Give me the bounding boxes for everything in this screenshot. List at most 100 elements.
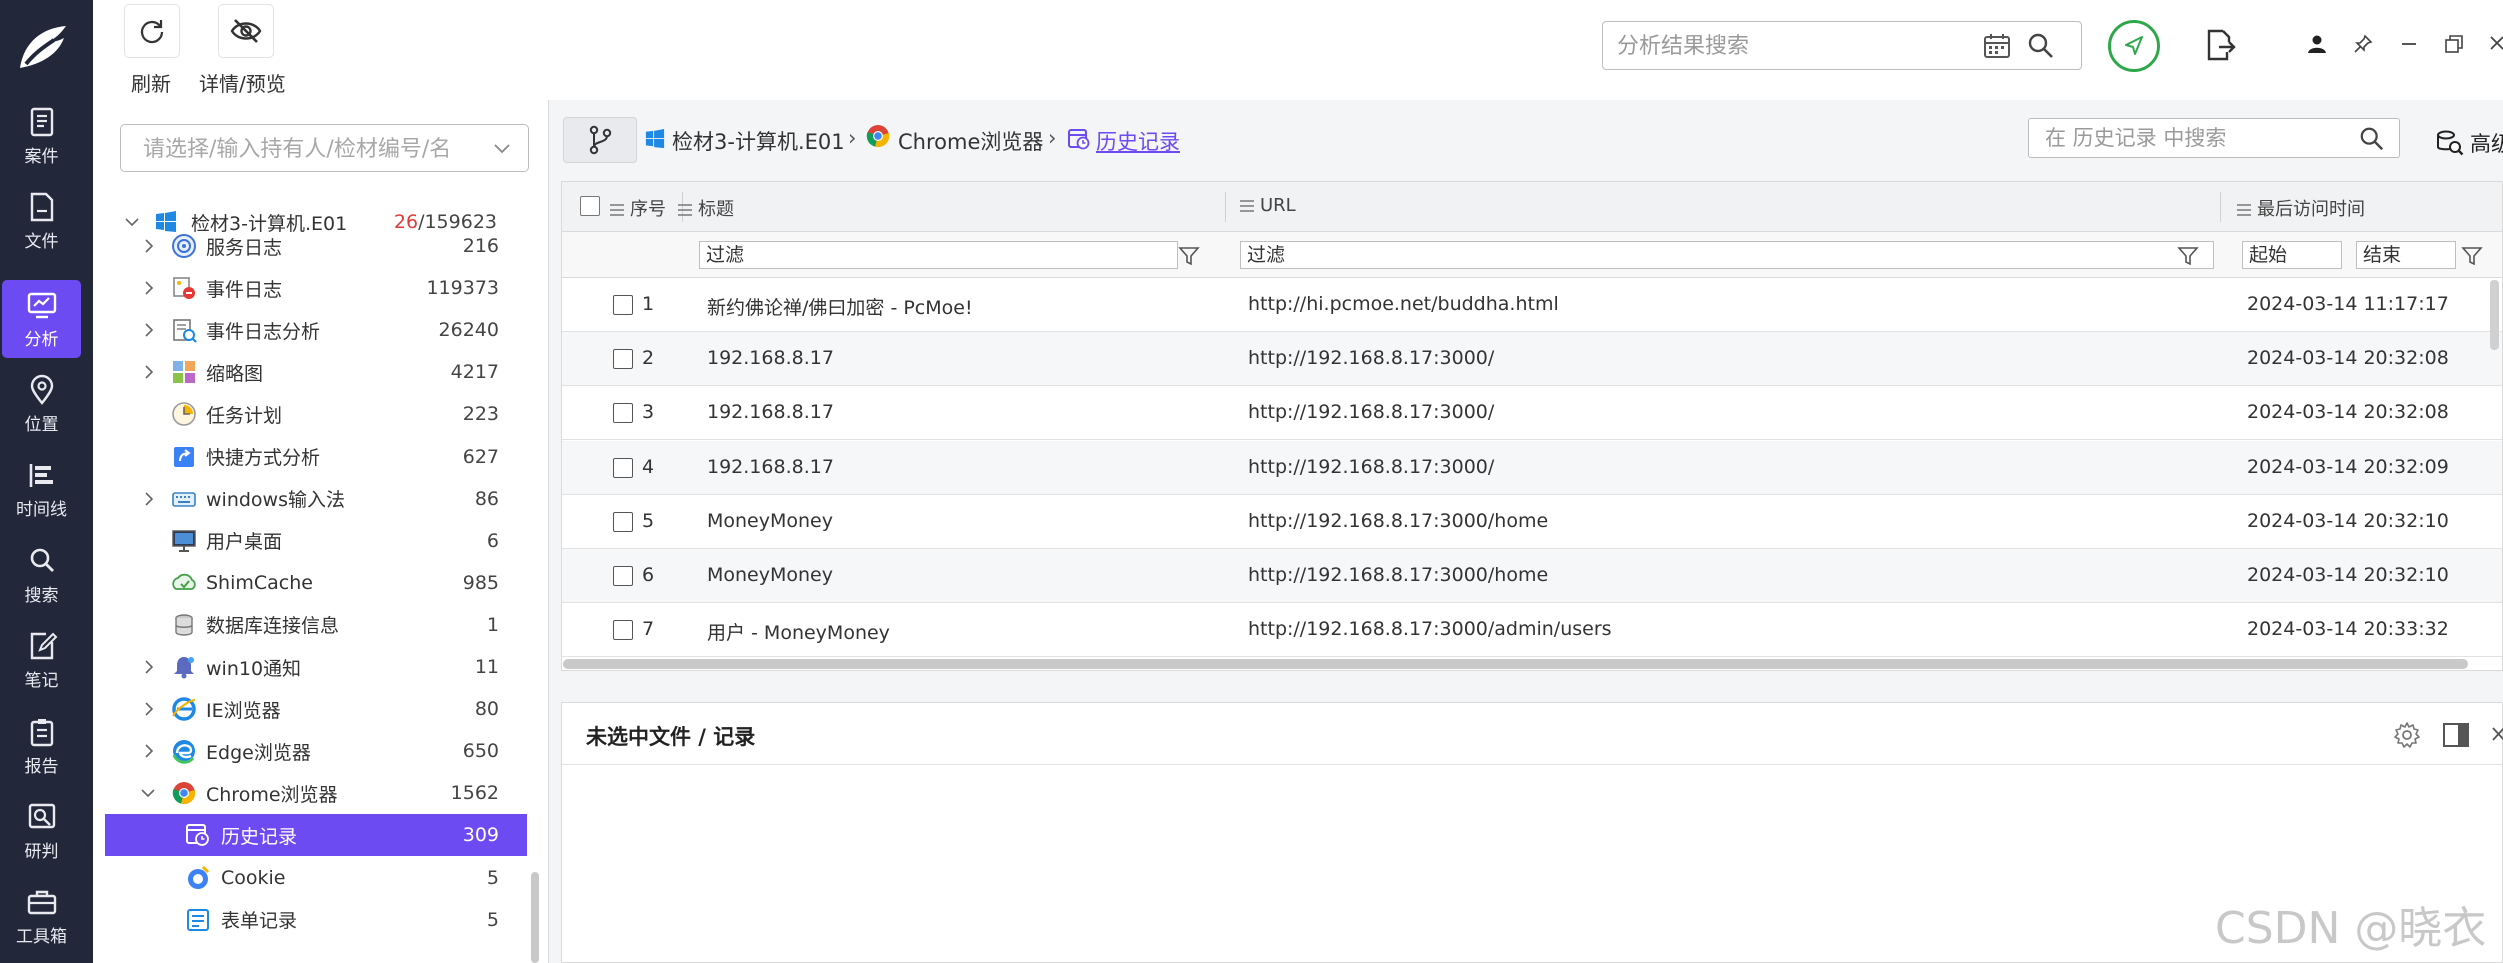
gear-icon[interactable] bbox=[2393, 721, 2421, 749]
nav-item-6[interactable]: 笔记 bbox=[2, 621, 81, 699]
column-header-title[interactable]: 标题 bbox=[678, 195, 734, 221]
minimize-icon[interactable] bbox=[2400, 35, 2418, 53]
tree-item[interactable]: win10通知 11 bbox=[105, 646, 527, 688]
select-all-checkbox[interactable] bbox=[580, 196, 600, 216]
tree-item-label: 快捷方式分析 bbox=[206, 447, 321, 469]
row-checkbox[interactable] bbox=[613, 349, 633, 370]
row-checkbox[interactable] bbox=[613, 620, 633, 641]
owner-select-input[interactable] bbox=[143, 134, 483, 164]
tree-item[interactable]: 服务日志 216 bbox=[105, 225, 527, 267]
refresh-label: 刷新 bbox=[131, 72, 171, 96]
row-checkbox[interactable] bbox=[613, 403, 633, 424]
nav-item-7[interactable]: 报告 bbox=[2, 707, 81, 785]
chevron-right-icon bbox=[145, 323, 154, 337]
tree-item[interactable]: IE浏览器 80 bbox=[105, 688, 527, 730]
row-checkbox[interactable] bbox=[613, 566, 633, 586]
tree-item[interactable]: 缩略图 4217 bbox=[105, 351, 527, 393]
breadcrumb-item-evidence[interactable]: 检材3-计算机.E01 bbox=[672, 126, 845, 156]
send-button[interactable] bbox=[2108, 20, 2160, 72]
table-row[interactable]: 7 用户 - MoneyMoney http://192.168.8.17:3000… bbox=[562, 603, 2502, 658]
column-header-no[interactable]: 序号 bbox=[610, 195, 666, 221]
tree-child-item[interactable]: 历史记录 309 bbox=[105, 814, 527, 857]
close-icon[interactable] bbox=[2491, 724, 2503, 744]
time-start-input[interactable]: 起始 bbox=[2242, 241, 2342, 269]
judge-icon bbox=[28, 803, 55, 828]
advanced-search-button[interactable]: 高级 bbox=[2436, 128, 2503, 158]
table-body: 1 新约佛论禅/佛曰加密 - PcMoe! http://hi.pcmoe.net/… bbox=[562, 278, 2502, 670]
filter-icon[interactable] bbox=[2177, 245, 2199, 267]
owner-select[interactable] bbox=[120, 124, 529, 172]
tree-item-count: 985 bbox=[462, 571, 499, 594]
url-filter-input[interactable]: 过滤 bbox=[1240, 241, 2214, 269]
row-checkbox[interactable] bbox=[613, 295, 633, 315]
title-filter-input[interactable]: 过滤 bbox=[699, 241, 1178, 269]
row-checkbox[interactable] bbox=[613, 511, 633, 532]
nav-item-5[interactable]: 搜索 bbox=[2, 536, 81, 614]
pin-icon[interactable] bbox=[2353, 34, 2373, 54]
search-icon[interactable] bbox=[2359, 126, 2385, 152]
refresh-button[interactable] bbox=[124, 4, 180, 58]
report-icon bbox=[30, 718, 53, 746]
nav-item-4[interactable]: 时间线 bbox=[2, 450, 81, 528]
tree-item-count: 26240 bbox=[438, 319, 499, 342]
panel-toggle-icon[interactable] bbox=[2442, 722, 2470, 748]
tree-item[interactable]: 事件日志 119373 bbox=[105, 267, 527, 309]
filter-icon[interactable] bbox=[1178, 245, 1200, 267]
file-icon bbox=[30, 192, 53, 221]
tree-item[interactable]: 用户桌面 6 bbox=[105, 520, 527, 562]
nav-item-8[interactable]: 研判 bbox=[2, 792, 81, 870]
restore-icon[interactable] bbox=[2444, 34, 2464, 54]
analysis-search-input[interactable] bbox=[1617, 30, 1957, 62]
export-icon[interactable] bbox=[2203, 28, 2237, 62]
keyboard-icon bbox=[172, 491, 196, 507]
column-separator[interactable] bbox=[2220, 192, 2221, 222]
tree-item[interactable]: 快捷方式分析 627 bbox=[105, 436, 527, 478]
tree-item[interactable]: Edge浏览器 650 bbox=[105, 730, 527, 772]
horizontal-scrollbar[interactable] bbox=[563, 659, 2468, 669]
nav-item-label: 案件 bbox=[24, 146, 59, 167]
nav-item-1[interactable]: 文件 bbox=[2, 182, 81, 260]
row-last-visit: 2024-03-14 20:32:09 bbox=[2247, 455, 2449, 478]
vertical-scrollbar[interactable] bbox=[2490, 280, 2499, 350]
breadcrumb-item-history[interactable]: 历史记录 bbox=[1096, 126, 1180, 156]
branch-toggle-button[interactable] bbox=[563, 117, 637, 163]
row-last-visit: 2024-03-14 20:32:10 bbox=[2247, 509, 2449, 532]
menu-lines-icon bbox=[2237, 204, 2251, 216]
nav-item-3[interactable]: 位置 bbox=[2, 365, 81, 443]
tree-item[interactable]: 任务计划 223 bbox=[105, 393, 527, 435]
history-search-input[interactable] bbox=[2045, 124, 2345, 152]
row-url: http://192.168.8.17:3000/home bbox=[1248, 564, 1549, 586]
time-end-input[interactable]: 结束 bbox=[2356, 241, 2456, 269]
table-row[interactable]: 4 192.168.8.17 http://192.168.8.17:3000/20… bbox=[562, 440, 2502, 495]
tree-item[interactable]: windows输入法 86 bbox=[105, 478, 527, 520]
tree-item[interactable]: 事件日志分析 26240 bbox=[105, 309, 527, 351]
tree-item[interactable]: ShimCache 985 bbox=[105, 562, 527, 604]
tree-item[interactable]: 数据库连接信息 1 bbox=[105, 604, 527, 646]
nav-item-2[interactable]: 分析 bbox=[2, 280, 81, 358]
filter-icon[interactable] bbox=[2461, 245, 2483, 267]
column-separator[interactable] bbox=[1225, 192, 1226, 222]
tree-scrollbar[interactable] bbox=[531, 872, 539, 963]
table-row[interactable]: 5 MoneyMoney http://192.168.8.17:3000/home… bbox=[562, 494, 2502, 549]
search-icon[interactable] bbox=[2027, 32, 2055, 60]
table-row[interactable]: 1 新约佛论禅/佛曰加密 - PcMoe! http://hi.pcmoe.net/… bbox=[562, 278, 2502, 332]
close-icon[interactable] bbox=[2488, 33, 2503, 53]
row-number: 2 bbox=[642, 347, 655, 370]
table-row[interactable]: 3 192.168.8.17 http://192.168.8.17:3000/20… bbox=[562, 386, 2502, 441]
calendar-icon[interactable] bbox=[1983, 33, 2011, 59]
row-checkbox[interactable] bbox=[613, 457, 633, 478]
tree-item[interactable]: Chrome浏览器 1562 bbox=[105, 772, 527, 814]
tree-child-item[interactable]: 表单记录 5 bbox=[105, 899, 527, 941]
tree-item-label: ShimCache bbox=[206, 571, 313, 594]
column-header-url[interactable]: URL bbox=[1240, 195, 1296, 216]
eye-off-icon bbox=[230, 19, 262, 43]
user-icon[interactable] bbox=[2307, 34, 2327, 54]
details-preview-button[interactable] bbox=[218, 4, 274, 58]
table-row[interactable]: 6 MoneyMoney http://192.168.8.17:3000/home… bbox=[562, 549, 2502, 603]
column-header-last-visit[interactable]: 最后访问时间 bbox=[2237, 195, 2365, 221]
nav-item-0[interactable]: 案件 bbox=[2, 97, 81, 175]
tree-child-item[interactable]: Cookie 5 bbox=[105, 857, 527, 899]
table-row[interactable]: 2 192.168.8.17 http://192.168.8.17:3000/20… bbox=[562, 332, 2502, 387]
nav-item-9[interactable]: 工具箱 bbox=[2, 877, 81, 955]
breadcrumb-item-chrome[interactable]: Chrome浏览器 bbox=[898, 126, 1043, 156]
